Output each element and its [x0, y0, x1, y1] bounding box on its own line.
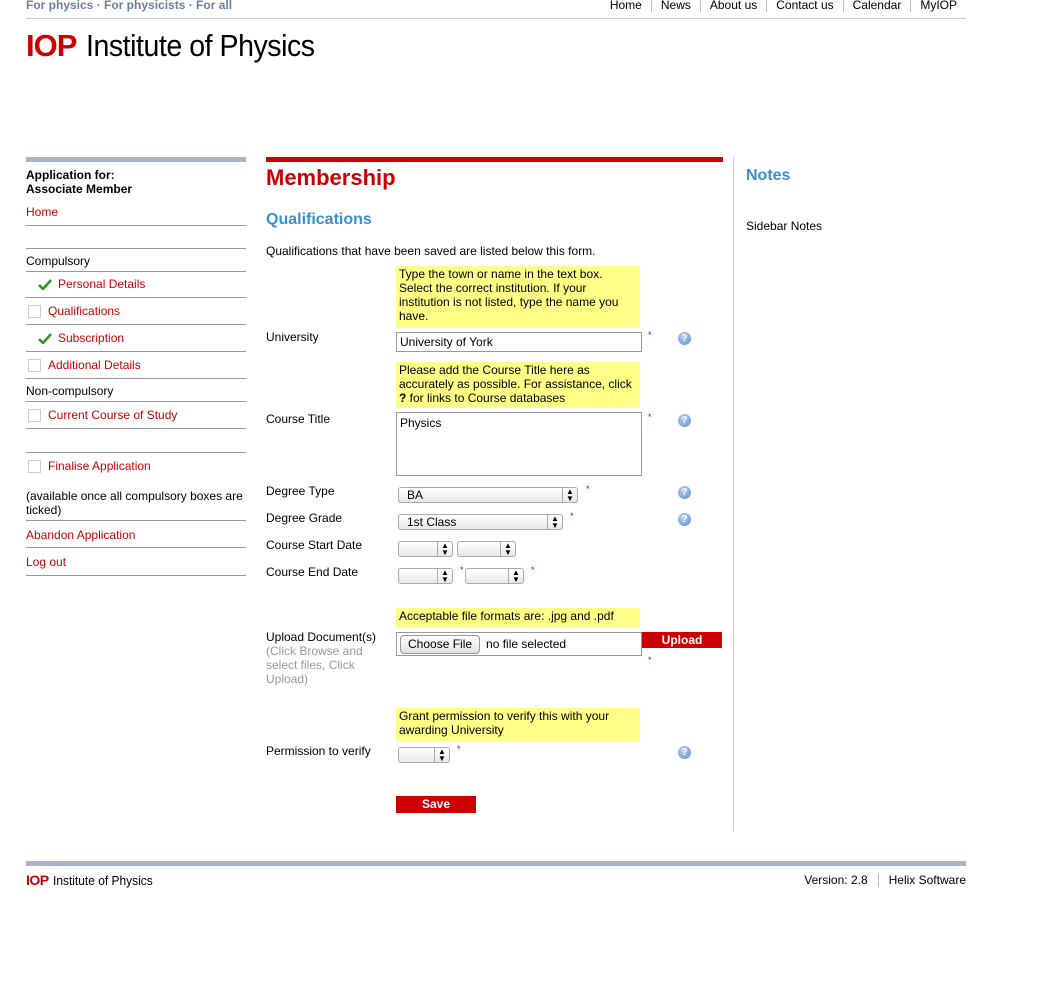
university-hint: Type the town or name in the text box. S…	[396, 266, 640, 328]
sidebar-finalise-note: (available once all compulsory boxes are…	[26, 489, 246, 521]
university-label: University	[266, 330, 319, 344]
nav-contact[interactable]: Contact us	[766, 0, 842, 12]
top-nav: Home News About us Contact us Calendar M…	[601, 0, 966, 12]
start-month-select[interactable]: ▲ ▼	[398, 541, 453, 557]
required-mark: *	[648, 330, 652, 340]
degree-grade-label: Degree Grade	[266, 511, 343, 525]
sidebar-top-bar	[26, 157, 246, 162]
help-icon[interactable]: ?	[678, 414, 691, 427]
version-text: Version: 2.8	[804, 873, 868, 887]
select-arrows-icon: ▲ ▼	[562, 488, 577, 503]
section-title: Qualifications	[266, 211, 372, 228]
course-title-label: Course Title	[266, 412, 331, 426]
sidebar-noncompulsory-heading: Non-compulsory	[26, 379, 246, 402]
select-arrows-icon: ▲ ▼	[500, 542, 515, 557]
upload-hint: Acceptable file formats are: .jpg and .p…	[396, 608, 640, 628]
required-mark: *	[460, 565, 464, 575]
end-year-select[interactable]: ▲ ▼	[465, 568, 524, 584]
checkbox-empty-icon	[28, 459, 41, 473]
help-icon[interactable]: ?	[678, 513, 691, 526]
start-year-select[interactable]: ▲ ▼	[457, 541, 516, 557]
footer-logo-mark: IOP	[26, 872, 49, 888]
logo-mark: IOP	[26, 28, 77, 63]
required-mark: *	[586, 484, 590, 494]
help-icon[interactable]: ?	[678, 746, 691, 759]
notes-divider	[733, 157, 734, 831]
required-mark: *	[648, 655, 652, 665]
header-divider	[26, 18, 966, 19]
file-status: no file selected	[486, 637, 567, 651]
footer-info: Version: 2.8 Helix Software	[794, 873, 966, 887]
required-mark: *	[570, 511, 574, 521]
course-start-date-label: Course Start Date	[266, 538, 363, 552]
nav-calendar[interactable]: Calendar	[842, 0, 911, 12]
sidebar-compulsory-heading: Compulsory	[26, 248, 246, 272]
file-input[interactable]: Choose File no file selected	[396, 632, 642, 656]
site-logo[interactable]: IOP Institute of Physics	[26, 26, 335, 66]
abandon-application-link[interactable]: Abandon Application	[26, 528, 135, 542]
select-arrows-icon: ▲ ▼	[508, 569, 523, 584]
footer-bar	[26, 861, 966, 866]
choose-file-button[interactable]: Choose File	[400, 634, 481, 654]
sidebar-logout-row: Log out	[26, 548, 246, 576]
required-mark: *	[648, 412, 652, 422]
notes-text: Sidebar Notes	[746, 219, 823, 233]
sidebar-home-link[interactable]: Home	[26, 205, 58, 219]
select-arrows-icon: ▲ ▼	[437, 542, 452, 557]
permission-select[interactable]: ▲ ▼	[398, 747, 450, 763]
permission-hint: Grant permission to verify this with you…	[396, 708, 640, 742]
page-title: Membership	[266, 165, 396, 190]
nav-about[interactable]: About us	[699, 0, 766, 12]
sidebar-item-qualifications[interactable]: Qualifications	[26, 298, 246, 325]
sidebar-abandon-row: Abandon Application	[26, 521, 246, 548]
sidebar-home-row: Home	[26, 200, 246, 226]
nav-home[interactable]: Home	[601, 0, 651, 12]
upload-label: Upload Document(s) (Click Browse and sel…	[266, 630, 386, 686]
logout-link[interactable]: Log out	[26, 555, 66, 569]
select-arrows-icon: ▲ ▼	[547, 515, 562, 530]
sidebar-item-additional-details[interactable]: Additional Details	[26, 352, 246, 379]
main-top-bar	[266, 157, 723, 162]
checkbox-empty-icon	[28, 358, 41, 372]
intro-text: Qualifications that have been saved are …	[266, 244, 596, 258]
site-tagline: For physics · For physicists · For all	[26, 0, 233, 12]
required-mark: *	[531, 565, 535, 575]
save-button[interactable]: Save	[396, 796, 476, 813]
nav-news[interactable]: News	[650, 0, 700, 12]
course-end-date-label: Course End Date	[266, 565, 359, 579]
nav-myiop[interactable]: MyIOP	[910, 0, 966, 12]
check-icon	[38, 278, 52, 290]
degree-type-label: Degree Type	[266, 484, 335, 498]
checkbox-empty-icon	[28, 304, 41, 318]
footer-logo-text: Institute of Physics	[52, 872, 153, 888]
help-icon[interactable]: ?	[678, 486, 691, 499]
checkbox-empty-icon	[28, 408, 41, 422]
logo-text: Institute of Physics	[86, 28, 315, 63]
notes-title: Notes	[746, 167, 791, 184]
help-icon[interactable]: ?	[678, 332, 691, 345]
sidebar-item-personal-details[interactable]: Personal Details	[26, 271, 246, 298]
upload-button[interactable]: Upload	[642, 632, 722, 648]
degree-type-select[interactable]: BA ▲ ▼	[398, 487, 578, 503]
application-heading: Application for: Associate Member	[26, 168, 133, 196]
sidebar-item-subscription[interactable]: Subscription	[26, 325, 246, 352]
sidebar-item-finalise[interactable]: Finalise Application	[26, 452, 246, 479]
course-title-textarea[interactable]: Physics	[396, 412, 642, 476]
upload-sublabel: (Click Browse and select files, Click Up…	[266, 644, 363, 686]
check-icon	[38, 332, 52, 344]
select-arrows-icon: ▲ ▼	[434, 748, 449, 763]
footer-logo[interactable]: IOP Institute of Physics	[26, 872, 161, 888]
required-mark: *	[457, 744, 461, 754]
permission-label: Permission to verify	[266, 744, 371, 758]
end-month-select[interactable]: ▲ ▼	[398, 568, 453, 584]
degree-grade-select[interactable]: 1st Class ▲ ▼	[398, 514, 563, 530]
university-input[interactable]: University of York	[396, 332, 642, 352]
vendor-text[interactable]: Helix Software	[877, 873, 966, 887]
select-arrows-icon: ▲ ▼	[437, 569, 452, 584]
sidebar-item-current-course[interactable]: Current Course of Study	[26, 402, 246, 429]
course-title-hint: Please add the Course Title here as accu…	[396, 362, 640, 408]
